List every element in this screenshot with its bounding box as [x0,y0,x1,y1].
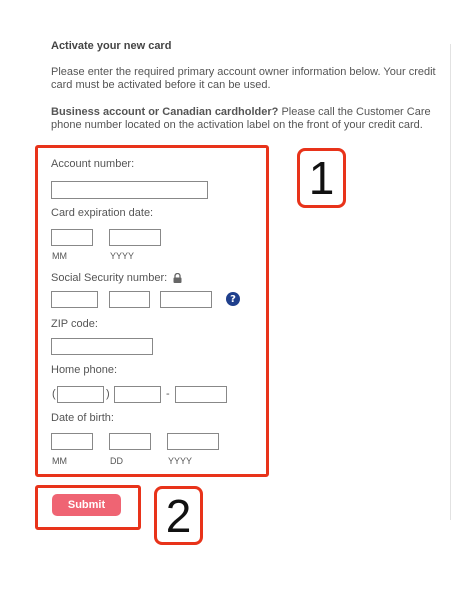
phone-open-paren: ( [52,388,56,400]
ssn-part2-input[interactable] [109,291,150,308]
account-number-input[interactable] [51,181,208,199]
ssn-part1-input[interactable] [51,291,98,308]
ssn-label: Social Security number: [51,272,168,284]
phone-line-input[interactable] [175,386,227,403]
expiration-label: Card expiration date: [51,207,154,219]
dob-mm-hint: MM [52,456,67,466]
phone-dash: - [166,388,170,400]
exp-mm-hint: MM [52,251,67,261]
callout-number-1: 1 [297,148,346,208]
lock-icon [173,273,182,283]
account-number-label: Account number: [51,158,135,170]
submit-button[interactable]: Submit [52,494,121,516]
exp-month-input[interactable] [51,229,93,246]
dob-yyyy-hint: YYYY [168,456,193,466]
dob-dd-hint: DD [110,456,123,466]
dob-year-input[interactable] [167,433,219,450]
ssn-part3-input[interactable] [160,291,212,308]
note-text: Business account or Canadian cardholder?… [51,106,443,132]
zip-input[interactable] [51,338,153,355]
home-phone-label: Home phone: [51,364,118,376]
exp-yyyy-hint: YYYY [110,251,135,261]
phone-area-input[interactable] [57,386,104,403]
phone-prefix-input[interactable] [114,386,161,403]
page-title: Activate your new card [51,40,172,52]
dob-month-input[interactable] [51,433,93,450]
dob-label: Date of birth: [51,412,114,424]
help-icon[interactable]: ? [226,292,240,306]
exp-year-input[interactable] [109,229,161,246]
note-bold: Business account or Canadian cardholder? [51,106,279,118]
callout-number-2: 2 [154,486,203,545]
intro-text: Please enter the required primary accoun… [51,66,436,91]
zip-label: ZIP code: [51,318,98,330]
phone-close-paren: ) [106,388,110,400]
dob-day-input[interactable] [109,433,151,450]
